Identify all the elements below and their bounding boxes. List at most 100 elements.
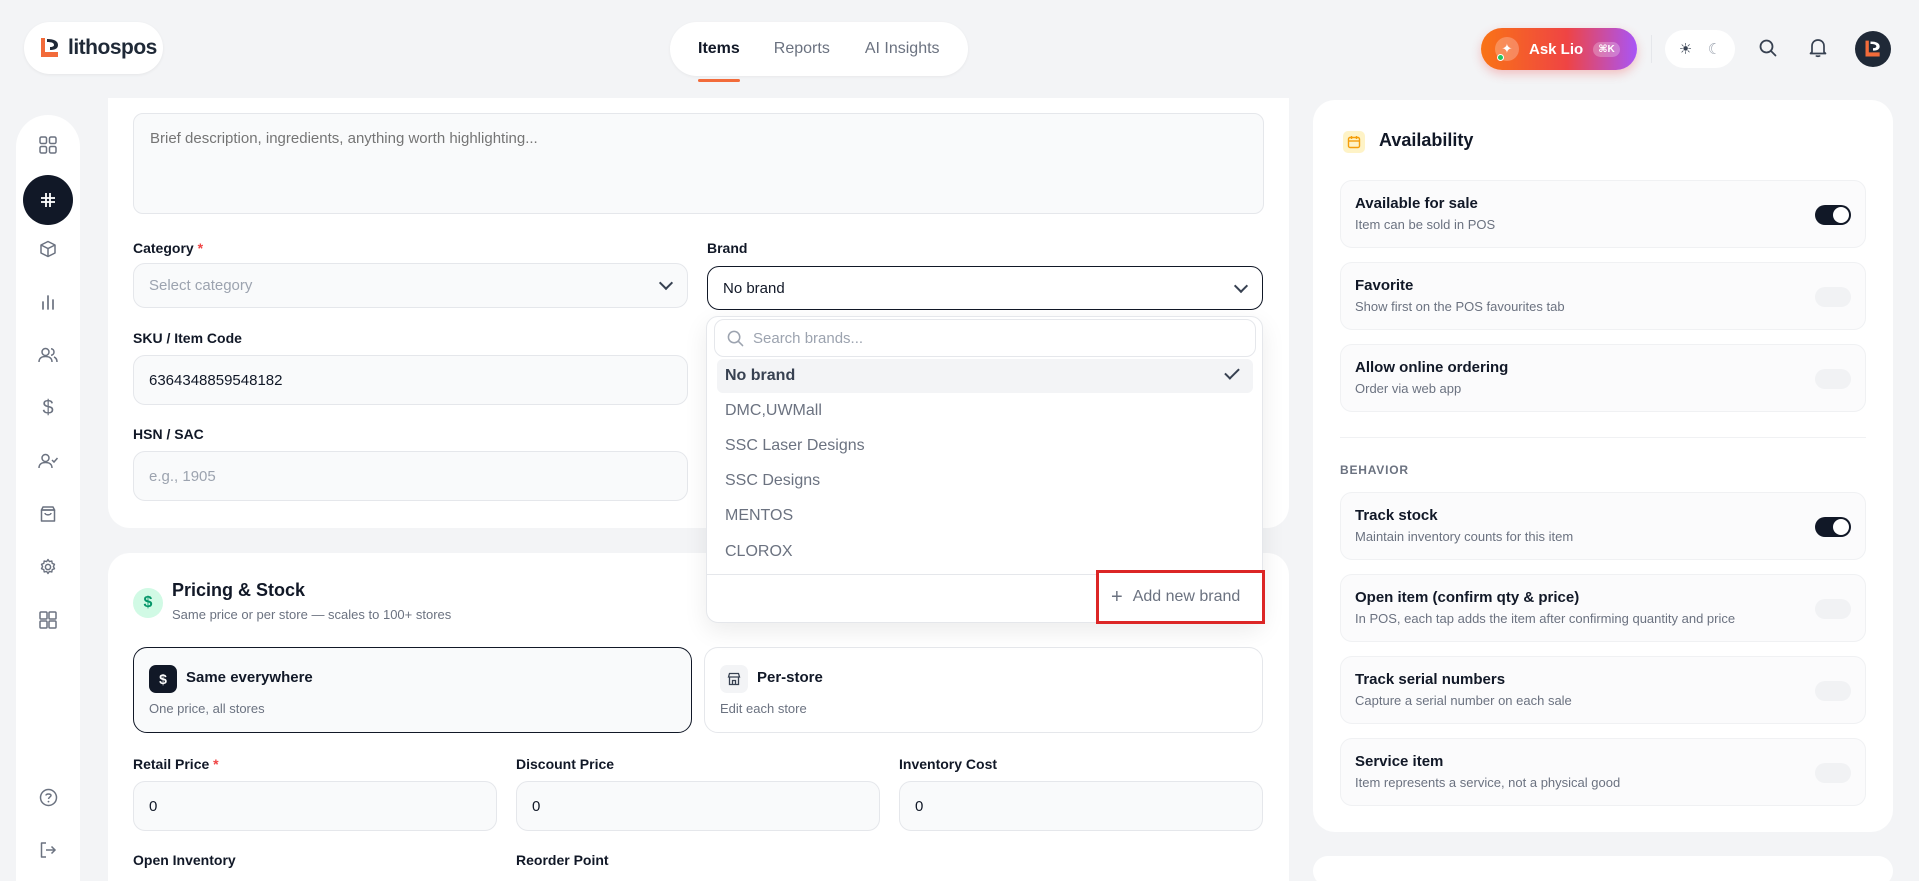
dollar-icon: $ xyxy=(133,588,163,618)
tab-reports[interactable]: Reports xyxy=(774,22,830,76)
dollar-icon: $ xyxy=(149,665,177,693)
hsn-label: HSN / SAC xyxy=(133,426,204,442)
chevron-down-icon xyxy=(1233,278,1249,293)
sun-icon[interactable]: ☀ xyxy=(1679,40,1692,58)
serial-numbers-toggle[interactable] xyxy=(1815,681,1851,701)
user-avatar[interactable] xyxy=(1855,31,1891,67)
brand-label: Brand xyxy=(707,240,748,256)
sku-input[interactable]: 6364348859548182 xyxy=(133,355,688,405)
toolbar-divider xyxy=(1651,35,1652,63)
row-title: Track stock xyxy=(1355,507,1438,524)
calendar-icon xyxy=(1343,131,1365,153)
box-icon[interactable] xyxy=(36,237,60,261)
ask-lio-button[interactable]: ✦ Ask Lio ⌘K xyxy=(1481,28,1637,70)
behavior-section-label: BEHAVIOR xyxy=(1340,463,1409,477)
favorite-toggle[interactable] xyxy=(1815,287,1851,307)
apps-icon[interactable] xyxy=(36,608,60,632)
service-item-toggle[interactable] xyxy=(1815,763,1851,783)
behavior-row-track-stock: Track stock Maintain inventory counts fo… xyxy=(1340,492,1866,560)
users-icon[interactable] xyxy=(36,343,60,367)
brand-select[interactable]: No brand xyxy=(707,266,1263,310)
sku-label: SKU / Item Code xyxy=(133,330,242,346)
shortcut-badge: ⌘K xyxy=(1593,41,1620,57)
check-icon xyxy=(1224,364,1240,380)
row-subtitle: Order via web app xyxy=(1355,381,1462,396)
row-title: Track serial numbers xyxy=(1355,671,1506,688)
user-check-icon[interactable] xyxy=(36,449,60,473)
tab-ai-insights[interactable]: AI Insights xyxy=(865,22,940,76)
retail-price-input[interactable]: 0 xyxy=(133,781,497,831)
tab-items[interactable]: Items xyxy=(698,22,740,82)
row-subtitle: Show first on the POS favourites tab xyxy=(1355,299,1565,314)
brand-search-placeholder: Search brands... xyxy=(753,329,864,347)
theme-toggle[interactable]: ☀ ☾ xyxy=(1665,30,1735,68)
mode-subtitle: Edit each store xyxy=(720,701,807,716)
top-nav: Items Reports AI Insights xyxy=(670,22,968,82)
row-subtitle: In POS, each tap adds the item after con… xyxy=(1355,611,1736,626)
dashboard-grid-icon[interactable] xyxy=(36,133,60,157)
availability-row-favorite: Favorite Show first on the POS favourite… xyxy=(1340,262,1866,330)
search-icon[interactable] xyxy=(1756,36,1780,60)
category-select[interactable]: Select category xyxy=(133,263,688,308)
plus-icon: + xyxy=(1111,585,1123,608)
moon-icon[interactable]: ☾ xyxy=(1708,40,1721,58)
row-title: Available for sale xyxy=(1355,195,1478,212)
behavior-row-open-item: Open item (confirm qty & price) In POS, … xyxy=(1340,574,1866,642)
brand-option[interactable]: SSC Designs xyxy=(717,464,1253,498)
row-subtitle: Capture a serial number on each sale xyxy=(1355,693,1572,708)
bar-chart-icon[interactable] xyxy=(36,290,60,314)
category-label: Category * xyxy=(133,240,204,256)
inventory-cost-label: Inventory Cost xyxy=(899,756,998,772)
brand-option[interactable]: SSC Laser Designs xyxy=(717,429,1253,463)
open-item-toggle[interactable] xyxy=(1815,599,1851,619)
availability-title: Availability xyxy=(1379,130,1474,150)
help-icon[interactable] xyxy=(36,785,60,809)
discount-price-input[interactable]: 0 xyxy=(516,781,880,831)
pricing-subtitle: Same price or per store — scales to 100+… xyxy=(172,607,452,622)
section-divider xyxy=(1340,437,1866,438)
logout-icon[interactable] xyxy=(36,838,60,862)
mode-title: Same everywhere xyxy=(186,669,313,686)
brand-option[interactable]: CLOROX xyxy=(717,535,1253,569)
brand-option[interactable]: DMC,UWMall xyxy=(717,394,1253,428)
brand-option[interactable]: No brand xyxy=(717,359,1253,393)
bell-icon[interactable] xyxy=(1806,36,1830,60)
pricing-title: Pricing & Stock xyxy=(172,580,306,600)
mode-subtitle: One price, all stores xyxy=(149,701,265,716)
row-title: Allow online ordering xyxy=(1355,359,1509,376)
items-nav-icon[interactable] xyxy=(23,175,73,225)
hsn-input[interactable]: e.g., 1905 xyxy=(133,451,688,501)
category-select-value: Select category xyxy=(149,277,253,294)
shopping-bag-icon[interactable] xyxy=(36,502,60,526)
row-title: Favorite xyxy=(1355,277,1414,294)
brand-select-value: No brand xyxy=(723,279,785,297)
brand-search-input[interactable]: Search brands... xyxy=(714,319,1256,357)
row-title: Open item (confirm qty & price) xyxy=(1355,589,1580,606)
mode-same-everywhere[interactable]: $ Same everywhere One price, all stores xyxy=(133,647,692,733)
retail-price-label: Retail Price * xyxy=(133,756,219,772)
available-for-sale-toggle[interactable] xyxy=(1815,205,1851,225)
row-subtitle: Item represents a service, not a physica… xyxy=(1355,775,1621,790)
add-new-brand-button[interactable]: + Add new brand xyxy=(1096,570,1265,624)
behavior-row-service-item: Service item Item represents a service, … xyxy=(1340,738,1866,806)
availability-row-online-ordering: Allow online ordering Order via web app xyxy=(1340,344,1866,412)
online-ordering-toggle[interactable] xyxy=(1815,369,1851,389)
dollar-icon[interactable]: $ xyxy=(36,396,60,420)
behavior-row-serial-numbers: Track serial numbers Capture a serial nu… xyxy=(1340,656,1866,724)
gear-icon[interactable] xyxy=(36,555,60,579)
mode-title: Per-store xyxy=(757,669,823,686)
inventory-cost-input[interactable]: 0 xyxy=(899,781,1263,831)
secondary-card xyxy=(1313,856,1893,881)
description-input[interactable] xyxy=(133,113,1264,214)
app-logo[interactable]: lithospos xyxy=(24,22,163,74)
track-stock-toggle[interactable] xyxy=(1815,517,1851,537)
add-new-brand-label: Add new brand xyxy=(1132,588,1241,605)
brand-option[interactable]: MENTOS xyxy=(717,499,1253,533)
row-subtitle: Maintain inventory counts for this item xyxy=(1355,529,1574,544)
discount-price-label: Discount Price xyxy=(516,756,615,772)
availability-row-available-for-sale: Available for sale Item can be sold in P… xyxy=(1340,180,1866,248)
row-subtitle: Item can be sold in POS xyxy=(1355,217,1496,232)
mode-per-store[interactable]: Per-store Edit each store xyxy=(704,647,1263,733)
row-title: Service item xyxy=(1355,753,1444,770)
store-icon xyxy=(720,665,748,693)
